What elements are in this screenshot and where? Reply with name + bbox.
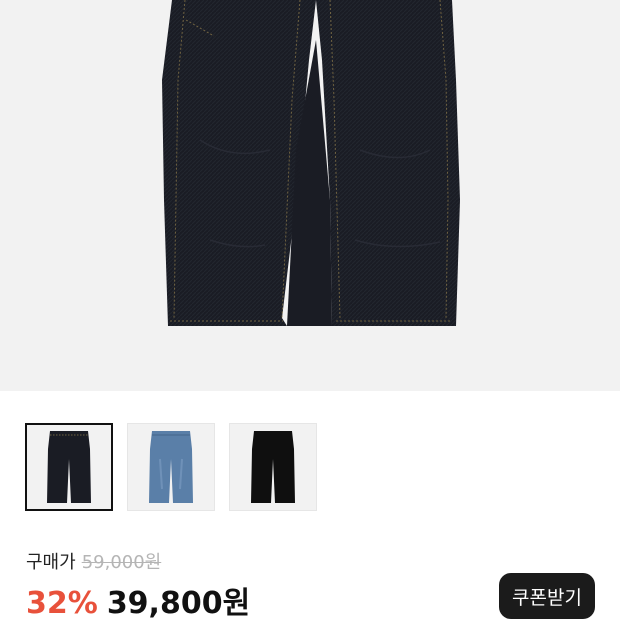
sale-price: 39,800원: [106, 586, 251, 620]
original-price-row: 구매가 59,000원: [26, 548, 586, 574]
get-coupon-button[interactable]: 쿠폰받기: [499, 573, 595, 619]
original-price: 59,000원: [81, 552, 162, 573]
thumbnail-black[interactable]: [229, 423, 317, 511]
jeans-right-leg: [316, 0, 460, 326]
jeans-thumbnail-icon: [251, 431, 295, 503]
variant-thumbnails: [25, 423, 317, 511]
jeans-thumbnail-icon: [47, 431, 91, 503]
product-main-image[interactable]: [0, 0, 620, 391]
thumbnail-dark-indigo[interactable]: [25, 423, 113, 511]
jeans-thumbnail-icon: [149, 431, 193, 503]
thumbnail-mid-blue[interactable]: [127, 423, 215, 511]
price-label: 구매가: [26, 552, 76, 573]
discount-rate: 32%: [26, 586, 98, 620]
product-detail-page: 구매가 59,000원 32% 39,800원 쿠폰받기: [0, 0, 620, 620]
